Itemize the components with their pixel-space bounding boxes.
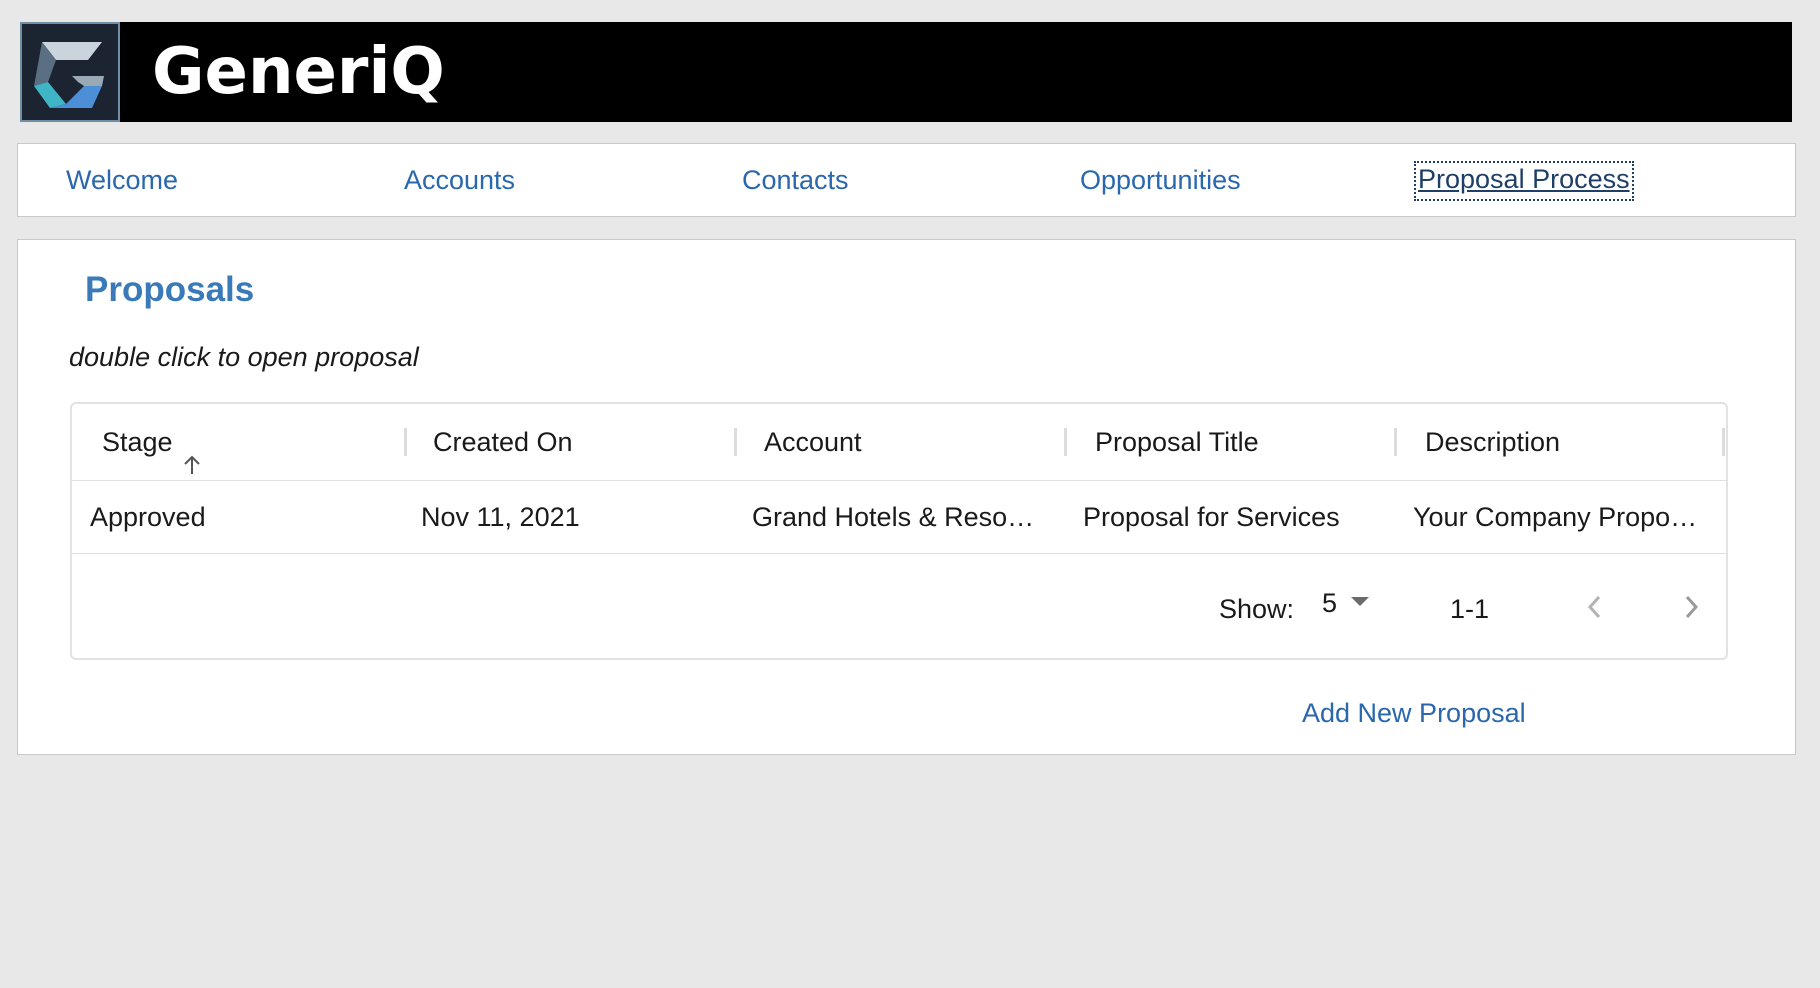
hint-text: double click to open proposal <box>69 342 419 372</box>
column-resize-handle[interactable] <box>1722 428 1725 456</box>
column-resize-handle[interactable] <box>404 428 407 456</box>
column-header-account[interactable]: Account <box>764 404 862 481</box>
proposals-grid: Stage Created On Account Proposal Title … <box>70 402 1728 660</box>
sort-ascending-icon <box>181 430 203 474</box>
generiq-logo-icon <box>20 22 120 122</box>
page-size-select[interactable]: 5 <box>1322 588 1370 624</box>
chevron-right-icon <box>1685 595 1699 619</box>
next-page-button[interactable] <box>1676 590 1706 624</box>
nav-welcome[interactable]: Welcome <box>66 144 178 216</box>
main-nav: Welcome Accounts Contacts Opportunities … <box>17 143 1796 217</box>
table-row[interactable]: Approved Nov 11, 2021 Grand Hotels & Res… <box>72 481 1726 554</box>
column-header-created-on[interactable]: Created On <box>433 404 573 481</box>
proposals-panel: Proposals double click to open proposal … <box>17 239 1796 755</box>
column-header-stage[interactable]: Stage <box>102 404 203 481</box>
page-size-label: Show: <box>1219 594 1295 624</box>
grid-pagination: Show: 5 1-1 <box>72 554 1726 658</box>
cell-description: Your Company Propo… <box>1413 502 1698 532</box>
column-header-proposal-title[interactable]: Proposal Title <box>1095 404 1259 481</box>
chevron-left-icon <box>1587 595 1601 619</box>
add-new-proposal-link[interactable]: Add New Proposal <box>1302 698 1526 729</box>
cell-stage: Approved <box>90 502 206 532</box>
nav-proposal-process[interactable]: Proposal Process <box>1414 161 1634 201</box>
nav-opportunities[interactable]: Opportunities <box>1080 144 1241 216</box>
column-resize-handle[interactable] <box>1064 428 1067 456</box>
nav-contacts[interactable]: Contacts <box>742 144 849 216</box>
cell-proposal-title: Proposal for Services <box>1083 502 1340 532</box>
page-title: Proposals <box>85 270 255 309</box>
page-range: 1-1 <box>1450 594 1490 624</box>
nav-accounts[interactable]: Accounts <box>404 144 515 216</box>
brand-name: GeneriQ <box>152 35 445 109</box>
column-header-description[interactable]: Description <box>1425 404 1560 481</box>
page-size-value: 5 <box>1322 588 1338 618</box>
cell-created-on: Nov 11, 2021 <box>421 502 580 532</box>
caret-down-icon <box>1351 597 1370 607</box>
app-header: GeneriQ <box>20 22 1792 122</box>
cell-account: Grand Hotels & Reso… <box>752 502 1035 532</box>
column-header-label: Stage <box>102 427 173 457</box>
previous-page-button[interactable] <box>1580 590 1610 624</box>
grid-header: Stage Created On Account Proposal Title … <box>72 404 1726 481</box>
column-resize-handle[interactable] <box>1394 428 1397 456</box>
column-resize-handle[interactable] <box>734 428 737 456</box>
